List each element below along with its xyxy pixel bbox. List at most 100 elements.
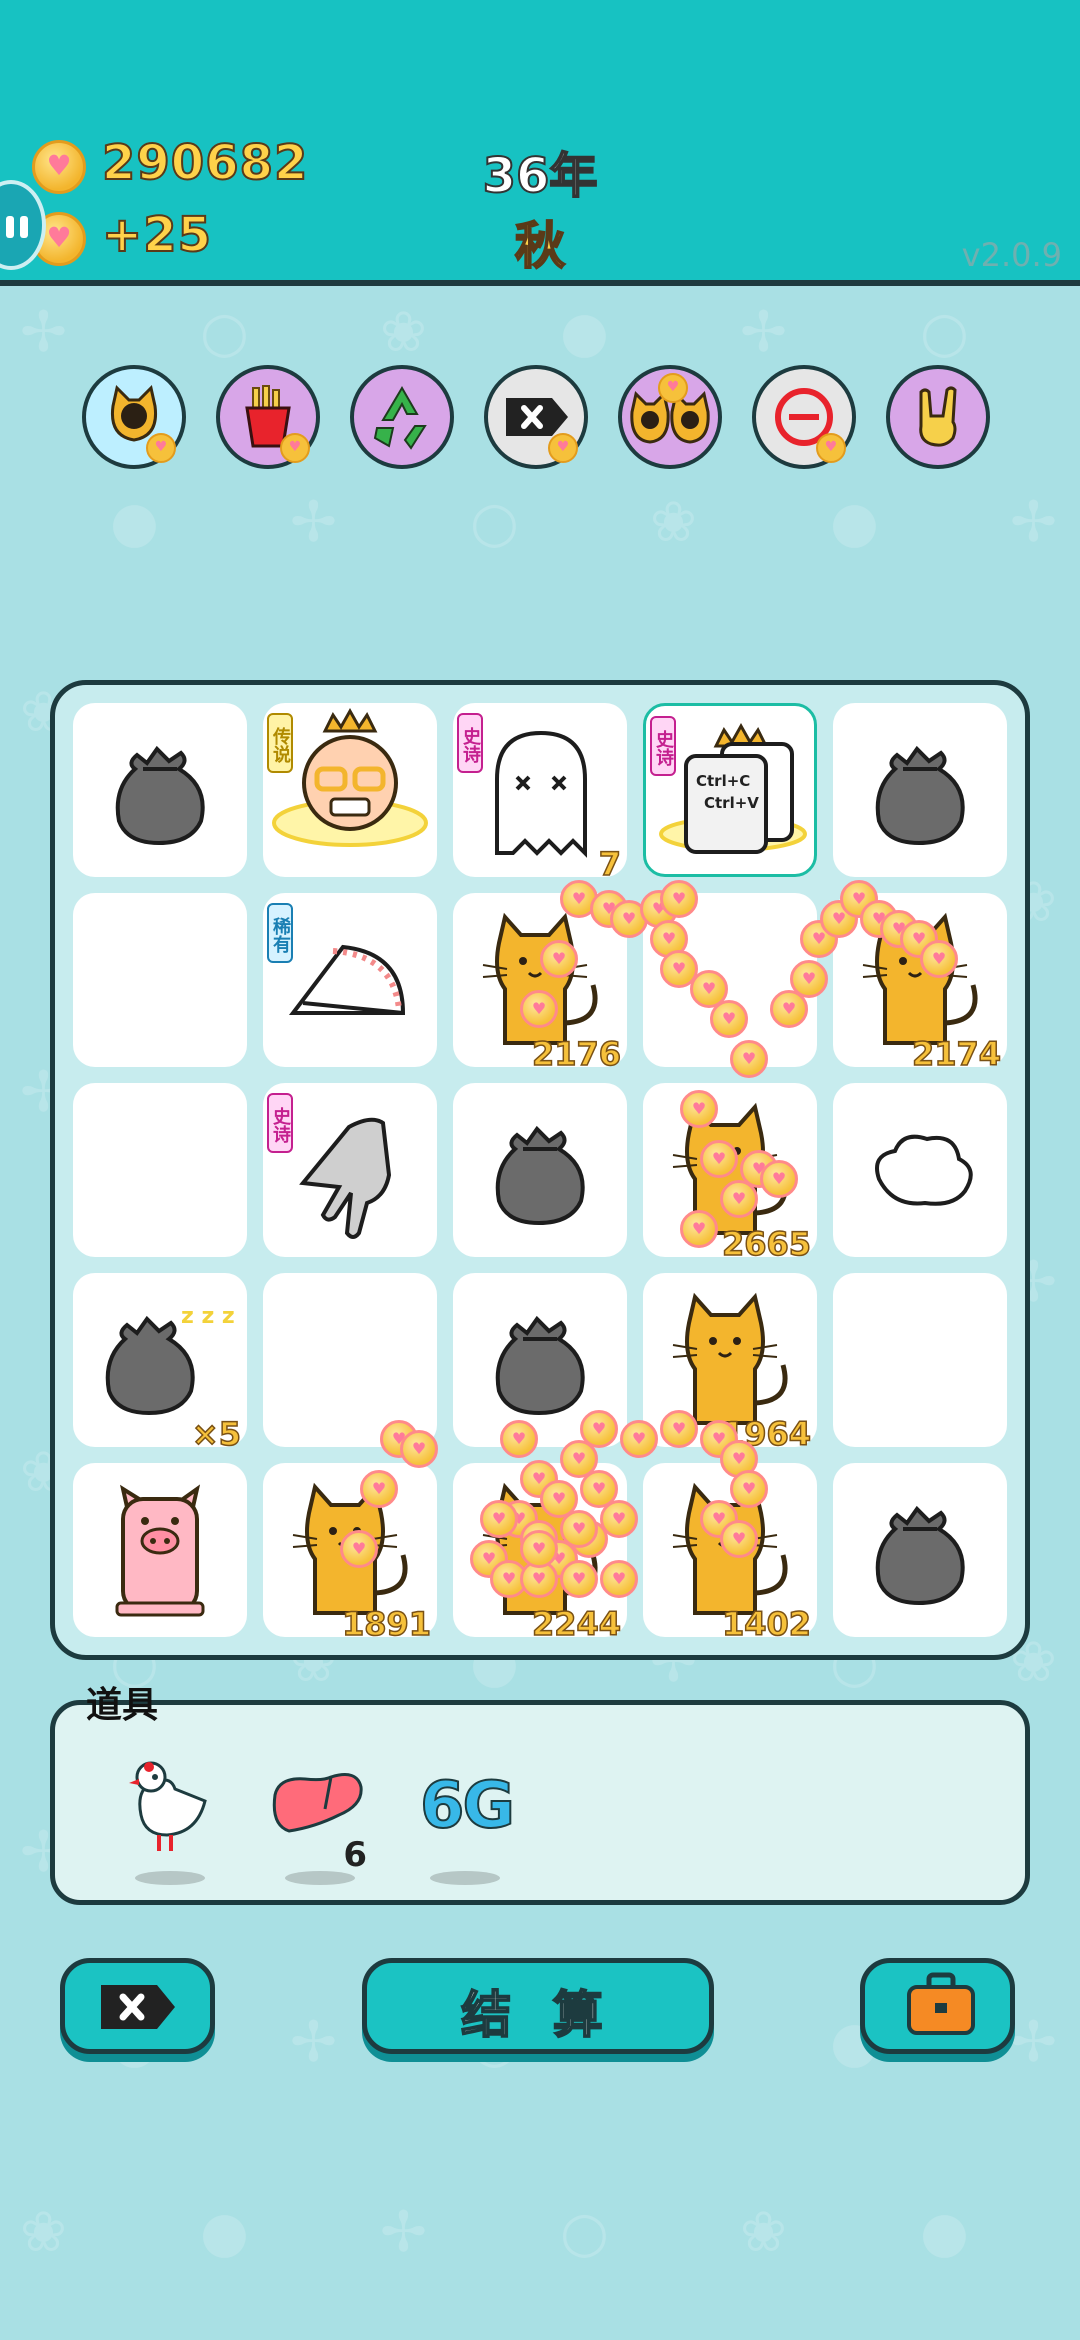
board-cell-trash-bag[interactable] <box>833 1463 1007 1637</box>
skill-recycle[interactable] <box>350 365 454 469</box>
tool-6g[interactable]: 6G <box>410 1755 540 1885</box>
trash-bag-icon <box>875 745 965 846</box>
coin-icon <box>32 140 86 194</box>
board-cell-trash-bag[interactable] <box>453 1083 627 1257</box>
board-cell-king-face[interactable]: 传说 <box>263 703 437 877</box>
remove-button[interactable] <box>60 1958 215 2054</box>
briefcase-icon <box>907 1972 975 2035</box>
coin-icon <box>816 433 846 463</box>
skill-minus[interactable] <box>752 365 856 469</box>
board-cell-cat[interactable]: 2665 <box>643 1083 817 1264</box>
pattern-glyph: ✢ <box>20 300 67 365</box>
pattern-glyph: ● <box>830 490 879 555</box>
tool-bird[interactable] <box>115 1755 225 1885</box>
cell-value: 2176 <box>531 1034 622 1074</box>
board-cell-empty <box>263 1273 437 1447</box>
skill-row <box>82 365 1002 475</box>
pattern-glyph: ❀ <box>650 490 697 555</box>
rarity-badge: 史诗 <box>650 716 676 776</box>
skill-remove-tag[interactable] <box>484 365 588 469</box>
pattern-glyph: ○ <box>470 490 519 555</box>
tools-label: 道具 <box>86 1685 159 1726</box>
game-board: 传说 史诗 7 Ctrl+C Ctrl+V 史诗 稀有 2176 2174 史诗 2665 z z z… <box>50 680 1030 1660</box>
coin-icon <box>548 433 578 463</box>
coin-icon <box>146 433 176 463</box>
board-cell-pig[interactable] <box>73 1463 247 1637</box>
pattern-glyph: ● <box>200 2200 249 2265</box>
cloud-puff-icon <box>875 1134 973 1206</box>
pattern-glyph: ✢ <box>290 490 337 555</box>
board-cell-cat[interactable]: 1891 <box>263 1463 437 1644</box>
rarity-badge: 稀有 <box>267 903 293 963</box>
skill-rock-hand[interactable] <box>886 365 990 469</box>
tool-shadow <box>430 1871 500 1885</box>
tool-liver[interactable]: 6 <box>265 1755 375 1885</box>
pattern-glyph: ❀ <box>380 300 427 365</box>
cell-value: 1402 <box>721 1604 812 1644</box>
liver-count: 6 <box>343 1835 367 1875</box>
board-cell-cat[interactable]: 1402 <box>643 1463 817 1644</box>
settle-button-label: 结 算 <box>460 1985 615 2045</box>
pattern-glyph: ✢ <box>290 2010 337 2075</box>
board-cell-empty <box>73 893 247 1067</box>
board-cell-speed-gauge[interactable]: 稀有 <box>263 893 437 1067</box>
skill-cat-face[interactable] <box>82 365 186 469</box>
board-cell-trash-bag[interactable] <box>73 703 247 877</box>
board-cell-sleeping-trash-bag[interactable]: z z z ×5 <box>73 1273 247 1454</box>
recycle-icon <box>373 386 427 450</box>
board-cell-trash-bag[interactable] <box>453 1273 627 1447</box>
cell-value: 2665 <box>721 1224 812 1264</box>
trash-bag-icon <box>495 1315 585 1416</box>
pattern-glyph: ❀ <box>740 2200 787 2265</box>
settle-button[interactable]: 结 算 <box>362 1958 714 2054</box>
cell-value: 1891 <box>341 1604 432 1644</box>
top-bar: 290682 +25 36年 秋 v2.0.9 <box>0 0 1080 286</box>
trash-bag-icon <box>875 1505 965 1606</box>
rarity-badge: 史诗 <box>267 1093 293 1153</box>
card-text-paste: Ctrl+V <box>704 794 759 812</box>
year-label: 36年 <box>482 147 599 205</box>
pig-icon <box>115 1484 205 1617</box>
rock-hand-icon <box>919 386 957 447</box>
board-cell-cat[interactable]: 2176 <box>453 893 627 1074</box>
board-cell-ghost[interactable]: 史诗 7 <box>453 703 627 884</box>
pattern-glyph: ○ <box>560 2200 609 2265</box>
board-cell-cat[interactable]: 2174 <box>833 893 1007 1074</box>
rarity-badge: 传说 <box>267 713 293 773</box>
pattern-glyph: ● <box>560 300 609 365</box>
trash-bag-icon <box>115 745 205 846</box>
6g-icon: 6G <box>419 1768 516 1844</box>
board-cell-trash-bag[interactable] <box>833 703 1007 877</box>
cell-value: 2174 <box>911 1034 1002 1074</box>
coin-income: +25 <box>101 206 213 264</box>
board-cell-empty <box>643 893 817 1067</box>
pattern-glyph: ✢ <box>740 300 787 365</box>
season-label: 秋 <box>514 216 566 276</box>
pattern-glyph: ○ <box>200 300 249 365</box>
pattern-glyph: ● <box>920 2200 969 2265</box>
cell-value: ×5 <box>191 1414 242 1454</box>
pattern-glyph: ✢ <box>380 2200 427 2265</box>
coin-icon <box>280 433 310 463</box>
board-cell-cat[interactable]: 1964 <box>643 1273 817 1454</box>
tool-shadow <box>285 1871 355 1885</box>
cell-value: 7 <box>598 844 622 884</box>
rarity-badge: 史诗 <box>457 713 483 773</box>
board-cell-empty <box>73 1083 247 1257</box>
skill-twin-cats[interactable] <box>618 365 722 469</box>
cell-value: 1964 <box>721 1414 812 1454</box>
coin-icon <box>658 373 688 403</box>
inventory-button[interactable] <box>860 1958 1015 2054</box>
pattern-glyph: ✢ <box>1010 490 1057 555</box>
pattern-glyph: ○ <box>920 300 969 365</box>
version-label: v2.0.9 <box>961 236 1062 274</box>
cell-value: 2244 <box>531 1604 622 1644</box>
skill-fries[interactable] <box>216 365 320 469</box>
board-cell-pointing-hand[interactable]: 史诗 <box>263 1083 437 1257</box>
board-cell-cat[interactable]: 2244 <box>453 1463 627 1644</box>
pattern-glyph: ● <box>110 490 159 555</box>
board-cell-empty <box>833 1273 1007 1447</box>
board-cell-ctrl-c-v-card[interactable]: Ctrl+C Ctrl+V 史诗 <box>643 703 817 877</box>
pattern-glyph: ✢ <box>1010 2010 1057 2075</box>
board-cell-cloud-puff[interactable] <box>833 1083 1007 1257</box>
